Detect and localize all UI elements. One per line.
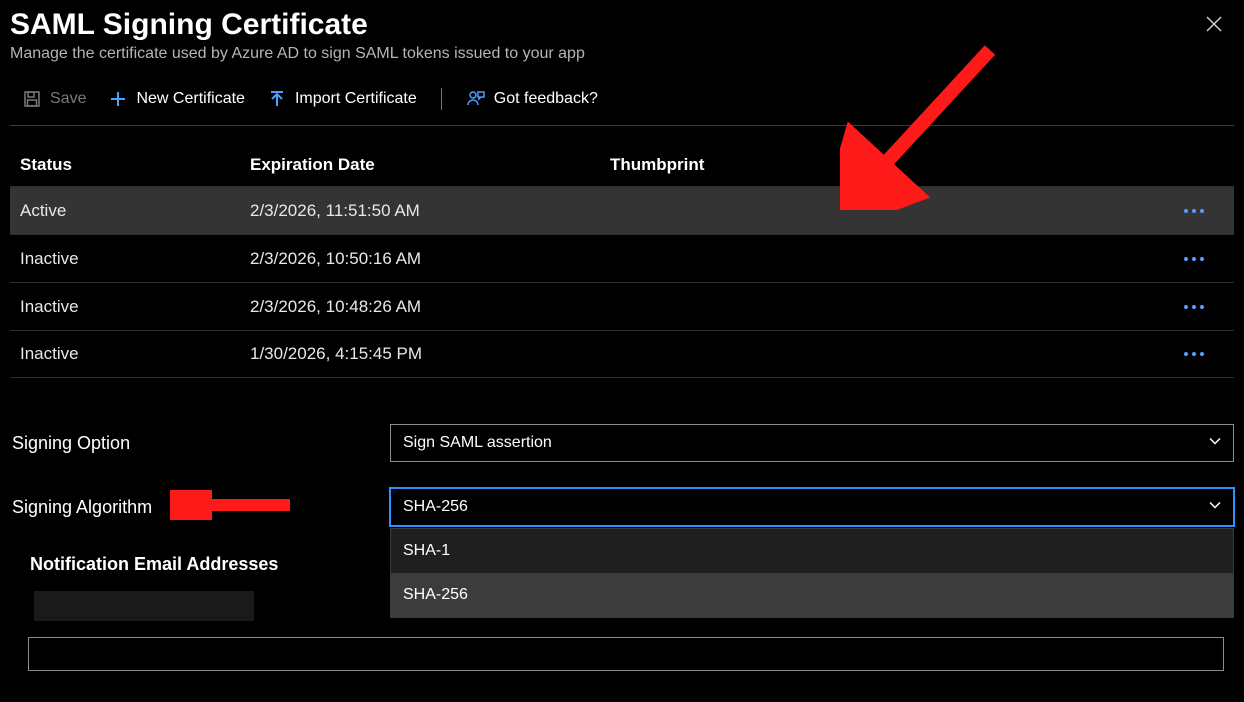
save-button[interactable]: Save <box>16 87 92 111</box>
col-expiration: Expiration Date <box>250 155 610 175</box>
new-certificate-label: New Certificate <box>136 90 244 108</box>
signing-option-select[interactable]: Sign SAML assertion <box>390 424 1234 462</box>
table-row[interactable]: Inactive 2/3/2026, 10:50:16 AM <box>10 234 1234 282</box>
notification-email-item <box>34 591 254 621</box>
certificates-table: Status Expiration Date Thumbprint Active… <box>10 144 1234 378</box>
table-row[interactable]: Inactive 2/3/2026, 10:48:26 AM <box>10 282 1234 330</box>
close-button[interactable] <box>1200 10 1228 38</box>
row-actions-button[interactable] <box>1164 305 1224 309</box>
dropdown-option-sha256[interactable]: SHA-256 <box>391 573 1233 617</box>
page-subtitle: Manage the certificate used by Azure AD … <box>10 45 585 63</box>
save-icon <box>22 89 42 109</box>
signing-algorithm-label: Signing Algorithm <box>10 497 390 518</box>
toolbar-separator <box>441 88 442 110</box>
cell-status: Inactive <box>20 297 250 317</box>
toolbar: Save New Certificate Import Certificate … <box>10 73 1234 126</box>
feedback-button[interactable]: Got feedback? <box>460 87 604 111</box>
cell-status: Active <box>20 201 250 221</box>
cell-expiration: 2/3/2026, 11:51:50 AM <box>250 201 610 221</box>
close-icon <box>1205 15 1223 33</box>
signing-algorithm-value: SHA-256 <box>403 498 468 516</box>
cell-status: Inactive <box>20 344 250 364</box>
chevron-down-icon <box>1207 433 1223 454</box>
page-title: SAML Signing Certificate <box>10 8 585 41</box>
table-row[interactable]: Inactive 1/30/2026, 4:15:45 PM <box>10 330 1234 378</box>
cell-expiration: 2/3/2026, 10:50:16 AM <box>250 249 610 269</box>
cell-expiration: 1/30/2026, 4:15:45 PM <box>250 344 610 364</box>
plus-icon <box>108 89 128 109</box>
signing-option-value: Sign SAML assertion <box>403 434 552 452</box>
dropdown-option-sha1[interactable]: SHA-1 <box>391 529 1233 573</box>
col-status: Status <box>20 155 250 175</box>
import-icon <box>267 89 287 109</box>
import-certificate-button[interactable]: Import Certificate <box>261 87 423 111</box>
col-thumbprint: Thumbprint <box>610 155 1164 175</box>
table-row[interactable]: Active 2/3/2026, 11:51:50 AM <box>10 186 1234 234</box>
notification-email-input[interactable] <box>28 637 1224 671</box>
feedback-icon <box>466 89 486 109</box>
cell-expiration: 2/3/2026, 10:48:26 AM <box>250 297 610 317</box>
signing-algorithm-select[interactable]: SHA-256 <box>390 488 1234 526</box>
row-actions-button[interactable] <box>1164 209 1224 213</box>
save-label: Save <box>50 90 86 108</box>
feedback-label: Got feedback? <box>494 90 598 108</box>
signing-option-label: Signing Option <box>10 433 390 454</box>
row-actions-button[interactable] <box>1164 352 1224 356</box>
cell-status: Inactive <box>20 249 250 269</box>
row-actions-button[interactable] <box>1164 257 1224 261</box>
chevron-down-icon <box>1207 497 1223 518</box>
import-certificate-label: Import Certificate <box>295 90 417 108</box>
new-certificate-button[interactable]: New Certificate <box>102 87 250 111</box>
signing-algorithm-dropdown: SHA-1 SHA-256 <box>390 528 1234 618</box>
